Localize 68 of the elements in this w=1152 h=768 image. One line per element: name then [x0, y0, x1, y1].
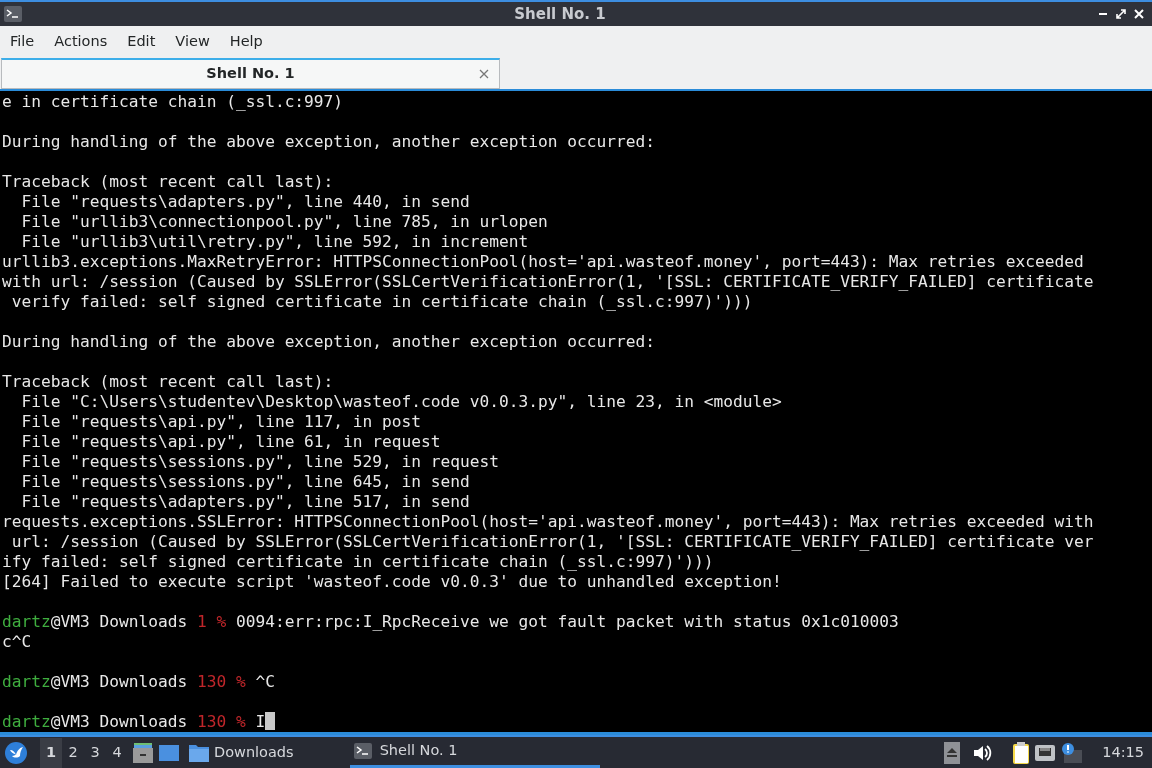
menu-item[interactable]: File: [0, 30, 45, 53]
menu-item[interactable]: Help: [219, 30, 273, 53]
terminal-line: During handling of the above exception, another exception occurred:: [2, 332, 656, 353]
terminal-line: File "requests\sessions.py", line 529, in request: [20, 452, 501, 473]
terminal-line: File "requests\sessions.py", line 645, in send: [20, 472, 471, 493]
start-menu-icon[interactable]: [4, 740, 28, 765]
folder-icon: [188, 742, 210, 763]
prompt-user: dartz: [2, 712, 51, 732]
terminal-line: File "requests\adapters.py", line 517, in send: [20, 492, 471, 513]
terminal-line: File "requests\api.py", line 61, in request: [20, 432, 442, 453]
terminal-line: requests.exceptions.SSLError: HTTPSConnectionPool(host='api.wasteof.money', port=443): Max retries exceeded with: [2, 512, 1095, 533]
menu-item[interactable]: Actions: [44, 30, 118, 53]
terminal-line: Traceback (most recent call last):: [2, 172, 335, 193]
terminal-line: File "C:\Users\studentev\Desktop\wasteof.code v0.0.3.py", line 23, in <module>: [20, 392, 783, 413]
prompt-directory: Downloads: [99, 612, 188, 632]
command-text: I: [255, 712, 266, 732]
exit-status: 130: [196, 712, 227, 732]
terminal-line: verify failed: self signed certificate in certificate chain (_ssl.c:997)'))): [10, 292, 754, 313]
terminal-line: During handling of the above exception, another exception occurred:: [2, 132, 656, 153]
workspace-button[interactable]: 1: [40, 737, 62, 768]
terminal-line: urllib3.exceptions.MaxRetryError: HTTPSConnectionPool(host='api.wasteof.money', port=443): Max retries exceeded: [2, 252, 1085, 273]
window-icon[interactable]: [158, 742, 180, 763]
folder-button[interactable]: Downloads: [184, 741, 298, 764]
clock: 14:15: [1102, 742, 1144, 762]
prompt-host: @VM3: [50, 712, 90, 732]
menu-item[interactable]: View: [165, 30, 220, 53]
tab[interactable]: Shell No. 1: [1, 57, 500, 90]
exit-status: 130: [196, 672, 227, 692]
exit-status: 1: [196, 612, 207, 632]
terminal-line: File "requests\adapters.py", line 440, in send: [20, 192, 471, 213]
speaker-icon[interactable]: [972, 742, 993, 763]
maximize-icon[interactable]: [1116, 8, 1126, 19]
workspace-button[interactable]: 3: [84, 737, 106, 768]
terminal-line: [264] Failed to execute script 'wasteof.code v0.0.3' due to unhandled exception!: [2, 572, 783, 593]
close-icon[interactable]: [1134, 8, 1144, 19]
terminal-line: File "urllib3\util\retry.py", line 592, in increment: [20, 232, 530, 253]
prompt-sign: %: [235, 712, 246, 732]
task-button[interactable]: Shell No. 1: [349, 737, 600, 768]
prompt-user: dartz: [2, 612, 51, 632]
file-cabinet-icon[interactable]: [132, 741, 154, 764]
prompt-directory: Downloads: [99, 672, 188, 692]
prompt-host: @VM3: [50, 672, 90, 692]
terminal-line: e in certificate chain (_ssl.c:997): [2, 92, 345, 113]
eject-icon[interactable]: [944, 741, 961, 764]
prompt-user: dartz: [2, 672, 51, 692]
command-text: 0094:err:rpc:I_RpcReceive we got fault packet with status 0x1c010003: [235, 612, 899, 632]
prompt-directory: Downloads: [99, 712, 188, 732]
terminal-icon: [353, 743, 372, 760]
network-icon[interactable]: [1034, 742, 1057, 763]
terminal-line: ify failed: self signed certificate in certificate chain (_ssl.c:997)'))): [2, 552, 715, 573]
prompt-sign: %: [235, 672, 246, 692]
terminal-line: url: /session (Caused by SSLError(SSLCertVerificationError(1, '[SSL: CERTIFICATE_VERIFY_FAILED] certificate ver: [10, 532, 1095, 553]
terminal-icon: [4, 5, 22, 22]
command-text: ^C: [255, 672, 275, 692]
clipboard-icon[interactable]: [1012, 740, 1031, 765]
window-title: Shell No. 1: [514, 4, 606, 23]
workspace-button[interactable]: 2: [62, 737, 84, 768]
prompt-host: @VM3: [50, 612, 90, 632]
prompt-sign: %: [216, 612, 227, 632]
terminal-line: Traceback (most recent call last):: [2, 372, 335, 393]
close-tab-icon[interactable]: [479, 68, 489, 79]
terminal-line: File "urllib3\connectionpool.py", line 785, in urlopen: [20, 212, 549, 233]
terminal-line: c^C: [2, 632, 33, 653]
terminal-line: with url: /session (Caused by SSLError(SSLCertVerificationError(1, '[SSL: CERTIFICATE_VERIFY_FAILED] certificate: [2, 272, 1095, 293]
menu-item[interactable]: Edit: [117, 30, 166, 53]
notification-icon[interactable]: [1060, 741, 1083, 764]
terminal-line: File "requests\api.py", line 117, in post: [20, 412, 423, 433]
workspace-button[interactable]: 4: [106, 737, 128, 768]
